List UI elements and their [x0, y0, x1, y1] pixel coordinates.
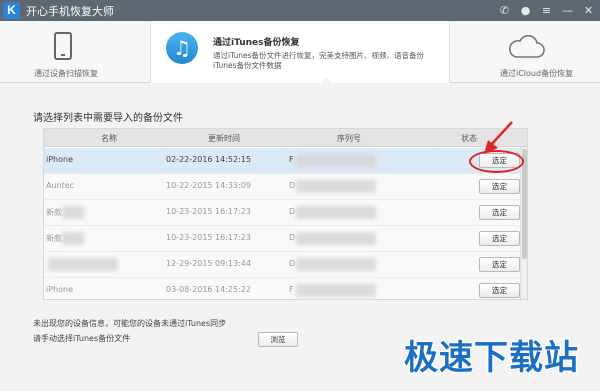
redacted-name [48, 258, 118, 271]
window-controls: ✆ ● ≡ — ✕ [497, 3, 596, 18]
redacted-serial [296, 232, 376, 245]
redacted-serial [296, 180, 376, 193]
row-name: 新款 [46, 208, 62, 217]
mode-bar: 通过设备扫描恢复 ♫ 通过iTunes备份恢复 通过iTunes备份文件进行恢复… [0, 21, 600, 84]
row-name: iPhone [46, 155, 74, 164]
app-logo: K [3, 2, 20, 19]
table-row[interactable]: Auntec 10-22-2015 14:33:09 D 选定 [44, 174, 521, 200]
minimize-icon[interactable]: — [560, 3, 575, 18]
redacted-name [62, 206, 84, 219]
table-header: 名称 更新时间 序列号 状态 [44, 129, 527, 147]
row-name: iPhone [46, 285, 74, 294]
select-button[interactable]: 选定 [479, 179, 520, 194]
menu-icon[interactable]: ≡ [539, 3, 554, 18]
redacted-serial [296, 284, 376, 297]
panel-heading: 请选择列表中需要导入的备份文件 [33, 113, 183, 124]
row-name: 新款 [46, 234, 62, 243]
redacted-serial [296, 206, 376, 219]
browse-button[interactable]: 浏览 [258, 332, 298, 347]
table-scrollbar[interactable] [520, 147, 527, 299]
row-serial: D [289, 207, 296, 216]
row-time: 03-08-2016 14:25:22 [166, 285, 251, 294]
redacted-name [62, 232, 84, 245]
table-row[interactable]: iPhone 02-22-2016 14:52:15 F 选定 [44, 148, 521, 174]
annotation-arrow-icon [484, 121, 513, 154]
row-time: 02-22-2016 14:52:15 [166, 155, 251, 164]
mode-device-scan[interactable]: 通过设备扫描恢复 [0, 21, 150, 83]
scrollbar-thumb[interactable] [522, 149, 527, 259]
mode-device-label: 通过设备扫描恢复 [34, 69, 98, 78]
row-time: 10-22-2015 14:33:09 [166, 181, 251, 190]
mode-itunes-title: 通过iTunes备份恢复 [213, 38, 300, 48]
row-serial: F [289, 285, 294, 294]
table-row[interactable]: 新款 10-23-2015 16:17:23 D 选定 [44, 226, 521, 252]
app-title: 开心手机恢复大师 [26, 4, 114, 18]
watermark: 极速下载站 [404, 338, 579, 378]
select-button[interactable]: 选定 [479, 231, 520, 246]
close-icon[interactable]: ✕ [581, 3, 596, 18]
select-button[interactable]: 选定 [479, 283, 520, 298]
row-name: Auntec [46, 181, 75, 190]
select-button[interactable]: 选定 [479, 257, 520, 272]
table-row[interactable]: 12-29-2015 09:13:44 D 选定 [44, 252, 521, 278]
row-serial: D [289, 259, 296, 268]
phone-icon [54, 32, 72, 60]
mode-itunes-description: 通过iTunes备份文件进行恢复，完美支持图片、视频、语音备份iTunes备份文… [213, 51, 425, 70]
table-row[interactable]: 新款 10-23-2015 16:17:23 D 选定 [44, 200, 521, 226]
cloud-icon [508, 35, 545, 58]
row-serial: D [289, 181, 296, 190]
footer-label: 请手动选择iTunes备份文件 [33, 334, 131, 343]
col-header-serial[interactable]: 序列号 [309, 133, 389, 144]
music-note-icon: ♫ [166, 32, 198, 64]
title-bar: K 开心手机恢复大师 ✆ ● ≡ — ✕ [0, 0, 600, 21]
backup-table: 名称 更新时间 序列号 状态 iPhone 02-22-2016 14:52:1… [43, 128, 528, 300]
row-time: 10-23-2015 16:17:23 [166, 207, 251, 216]
redacted-serial [296, 258, 376, 271]
footer-note: 未出现您的设备信息，可能您的设备未通过iTunes同步 [33, 319, 227, 328]
redacted-serial [296, 154, 376, 167]
row-time: 12-29-2015 09:13:44 [166, 259, 251, 268]
col-header-name[interactable]: 名称 [64, 133, 154, 144]
chat-icon[interactable]: ● [518, 3, 533, 18]
select-button[interactable]: 选定 [479, 205, 520, 220]
mode-itunes-backup[interactable]: ♫ 通过iTunes备份恢复 通过iTunes备份文件进行恢复，完美支持图片、视… [150, 21, 450, 84]
active-mode-pointer [319, 77, 333, 84]
row-serial: F [289, 155, 294, 164]
mode-icloud-label: 通过iCloud备份恢复 [500, 69, 574, 78]
mode-icloud-backup[interactable]: 通过iCloud备份恢复 [450, 21, 600, 83]
row-serial: D [289, 233, 296, 242]
wechat-icon[interactable]: ✆ [497, 3, 512, 18]
row-time: 10-23-2015 16:17:23 [166, 233, 251, 242]
col-header-time[interactable]: 更新时间 [184, 133, 264, 144]
table-row[interactable]: iPhone 03-08-2016 14:25:22 F 选定 [44, 278, 521, 299]
